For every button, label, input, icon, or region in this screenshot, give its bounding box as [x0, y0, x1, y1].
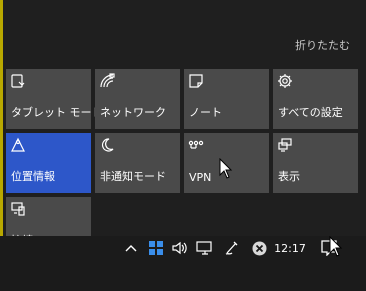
tile-quiet-hours[interactable]: 非通知モード	[95, 133, 180, 193]
tile-label: ネットワーク	[100, 106, 166, 119]
note-icon	[188, 73, 204, 89]
close-circle-icon[interactable]	[249, 236, 269, 260]
gear-icon	[277, 73, 293, 89]
connect-icon	[10, 201, 26, 217]
tile-label: すべての設定	[278, 106, 343, 119]
taskbar: 12:17	[0, 236, 366, 291]
tile-display[interactable]: 表示	[273, 133, 358, 193]
tile-all-settings[interactable]: すべての設定	[273, 69, 358, 129]
pen-icon[interactable]	[222, 236, 242, 260]
tile-location[interactable]: 位置情報	[6, 133, 91, 193]
tile-vpn[interactable]: VPN	[184, 133, 269, 193]
display-icon	[277, 137, 293, 153]
tablet-mode-icon	[10, 73, 26, 89]
collapse-link[interactable]: 折りたたむ	[295, 37, 350, 53]
location-icon	[10, 137, 26, 153]
tile-label: 位置情報	[11, 170, 55, 183]
tile-label: VPN	[189, 171, 212, 184]
tile-label: 非通知モード	[100, 170, 166, 183]
network-icon[interactable]	[194, 236, 216, 260]
tile-label: 表示	[278, 170, 300, 183]
tile-note[interactable]: ノート	[184, 69, 269, 129]
tile-label: ノート	[189, 106, 222, 119]
action-center-icon[interactable]	[318, 236, 340, 260]
vpn-icon	[188, 137, 204, 153]
windows-grid-icon[interactable]	[146, 236, 166, 260]
tile-tablet-mode[interactable]: タブレット モード	[6, 69, 103, 129]
chevron-up-icon[interactable]	[122, 236, 140, 260]
volume-icon[interactable]	[170, 236, 190, 260]
tile-label: タブレット モード	[11, 106, 103, 119]
moon-icon	[99, 137, 115, 153]
network-icon	[99, 73, 115, 89]
tile-network[interactable]: ネットワーク	[95, 69, 180, 129]
taskbar-clock[interactable]: 12:17	[274, 236, 306, 260]
